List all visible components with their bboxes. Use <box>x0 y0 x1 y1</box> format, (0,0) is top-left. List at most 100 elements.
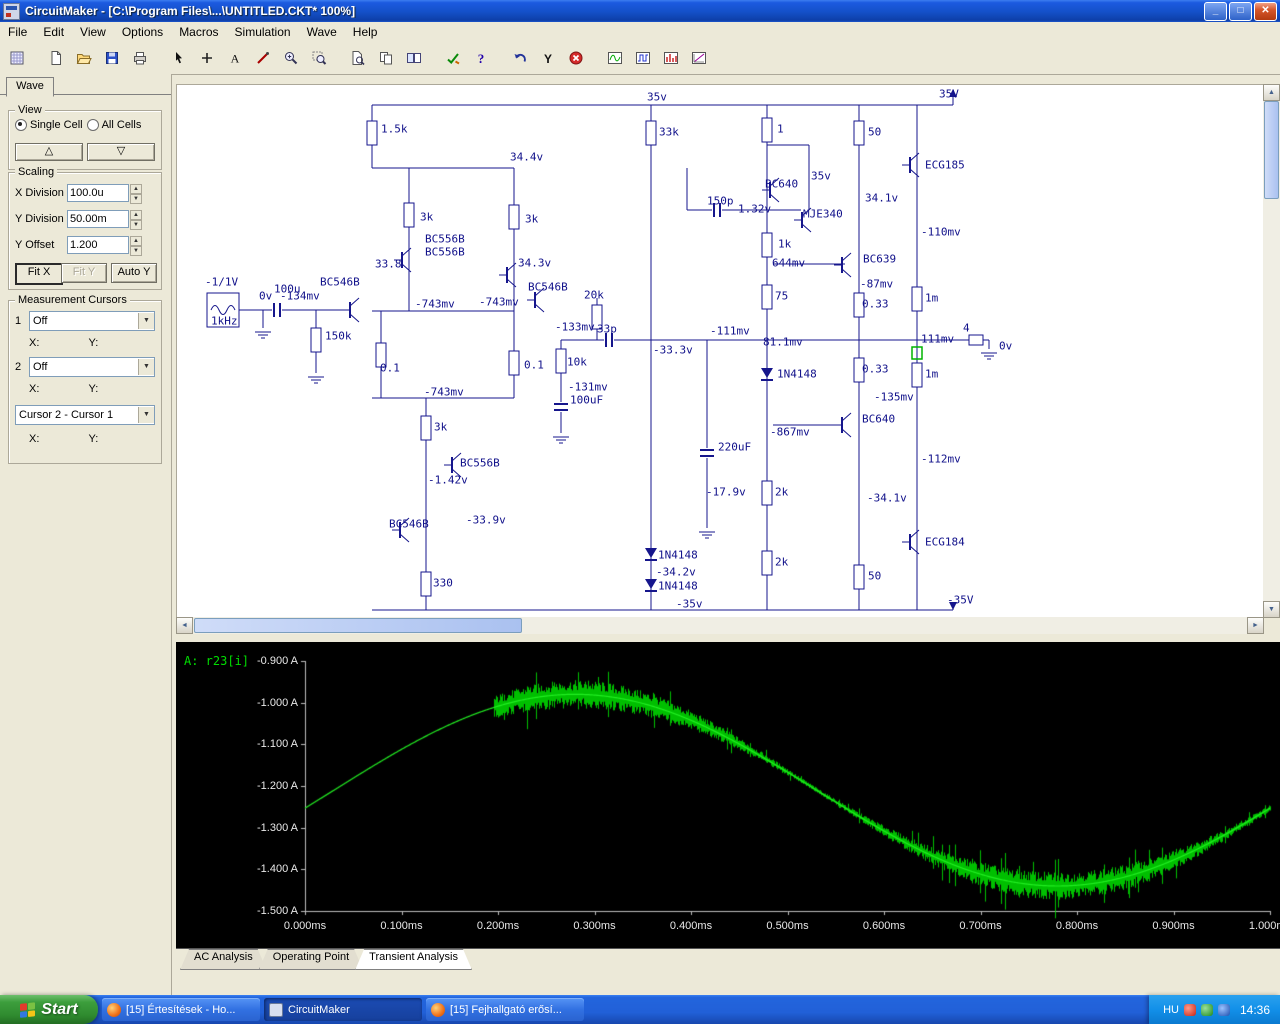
split-view-icon[interactable] <box>401 45 427 71</box>
taskbar: Start [15] Értesítések - Ho... CircuitMa… <box>0 995 1280 1024</box>
fit-y-button[interactable]: Fit Y <box>61 263 107 283</box>
scroll-down-icon[interactable]: ▼ <box>1263 601 1280 618</box>
add-device-icon[interactable] <box>194 45 220 71</box>
x-division-spinner[interactable]: ▲ ▼ <box>130 184 142 204</box>
spin-up-icon[interactable]: ▲ <box>130 236 142 246</box>
spin-down-icon[interactable]: ▼ <box>130 246 142 256</box>
radio-all-cells[interactable]: All Cells <box>86 119 141 131</box>
schematic-label: 0.33 <box>862 297 889 311</box>
help-icon[interactable]: ? <box>468 45 494 71</box>
chevron-down-icon[interactable]: ▼ <box>138 407 154 423</box>
schematic-label: 10k <box>567 355 587 369</box>
search-page-icon[interactable] <box>345 45 371 71</box>
menu-options[interactable]: Options <box>114 23 171 41</box>
start-button[interactable]: Start <box>0 995 98 1024</box>
cursor1-select[interactable]: Off ▼ <box>29 311 155 331</box>
schematic-label: 75 <box>775 289 789 303</box>
schematic-horizontal-scrollbar[interactable]: ◄ ► <box>176 617 1264 634</box>
probe-tool-icon[interactable]: Y <box>535 45 561 71</box>
schematic-label: -1/1V <box>205 275 239 289</box>
new-file-icon[interactable] <box>43 45 69 71</box>
spin-up-icon[interactable]: ▲ <box>130 210 142 220</box>
y-offset-input[interactable] <box>67 236 129 254</box>
spin-down-icon[interactable]: ▼ <box>130 194 142 204</box>
y-axis-tick-label: -1.300 A <box>257 821 298 834</box>
vertical-scroll-thumb[interactable] <box>1264 101 1279 199</box>
horizontal-scroll-thumb[interactable] <box>194 618 522 633</box>
chevron-down-icon[interactable]: ▼ <box>138 359 154 375</box>
scroll-left-icon[interactable]: ◄ <box>176 617 193 634</box>
chevron-down-icon[interactable]: ▼ <box>138 313 154 329</box>
scroll-up-icon[interactable]: ▲ <box>1263 84 1280 101</box>
radio-single-cell[interactable]: Single Cell <box>15 119 83 131</box>
x-axis-tick-label: 0.300ms <box>573 920 616 932</box>
shift-down-button[interactable]: ▽ <box>87 143 155 161</box>
tab-wave[interactable]: Wave <box>6 77 54 97</box>
tab-transient-analysis[interactable]: Transient Analysis <box>355 949 472 970</box>
schematic-label: MJE340 <box>803 207 843 221</box>
schematic-label: 35v <box>647 90 667 104</box>
scope-digital-icon[interactable] <box>630 45 656 71</box>
schematic-vertical-scrollbar[interactable]: ▲ ▼ <box>1263 84 1280 618</box>
taskbar-task-circuitmaker[interactable]: CircuitMaker <box>264 998 422 1021</box>
undo-icon[interactable] <box>507 45 533 71</box>
tab-ac-analysis[interactable]: AC Analysis <box>180 949 267 970</box>
open-file-icon[interactable] <box>71 45 97 71</box>
zoom-in-icon[interactable] <box>278 45 304 71</box>
auto-y-button[interactable]: Auto Y <box>111 263 157 283</box>
zoom-area-icon[interactable] <box>306 45 332 71</box>
save-icon[interactable] <box>99 45 125 71</box>
y-division-spinner[interactable]: ▲ ▼ <box>130 210 142 230</box>
x-division-input[interactable] <box>67 184 129 202</box>
schematic-label: 3k <box>420 210 434 224</box>
title-bar: CircuitMaker - [C:\Program Files\...\UNT… <box>0 0 1280 22</box>
cursor2-select[interactable]: Off ▼ <box>29 357 155 377</box>
taskbar-task-1[interactable]: [15] Értesítések - Ho... <box>102 998 260 1021</box>
schematic-canvas[interactable]: 35v 35V 1.5k 33k 1 50 ECG185 34.4v BC640 35v 150p 1… <box>176 84 1264 618</box>
tray-icon-alert[interactable] <box>1183 1003 1196 1016</box>
select-arrow-icon[interactable] <box>166 45 192 71</box>
schematic-label: 20k <box>584 288 604 302</box>
tray-icon-volume[interactable] <box>1217 1003 1230 1016</box>
scroll-right-icon[interactable]: ► <box>1247 617 1264 634</box>
shift-up-button[interactable]: △ <box>15 143 83 161</box>
menu-view[interactable]: View <box>72 23 114 41</box>
menu-file[interactable]: File <box>0 23 35 41</box>
parts-bin-icon[interactable] <box>4 45 30 71</box>
spin-up-icon[interactable]: ▲ <box>130 184 142 194</box>
schematic-label: BC639 <box>863 252 897 266</box>
windows-flag-icon <box>20 1001 36 1018</box>
taskbar-task-3[interactable]: [15] Fejhallgató erősí... <box>426 998 584 1021</box>
y-division-input[interactable] <box>67 210 129 228</box>
schematic-label: 1N4148 <box>658 579 698 593</box>
spin-down-icon[interactable]: ▼ <box>130 220 142 230</box>
schematic-label: 34.1v <box>865 191 899 205</box>
check-errors-icon[interactable] <box>440 45 466 71</box>
app-icon <box>3 2 20 20</box>
menu-simulation[interactable]: Simulation <box>227 23 299 41</box>
tab-operating-point[interactable]: Operating Point <box>259 949 363 970</box>
print-icon[interactable] <box>127 45 153 71</box>
schematic-label: 1N4148 <box>777 367 817 381</box>
menu-edit[interactable]: Edit <box>35 23 72 41</box>
fit-x-button[interactable]: Fit X <box>15 263 63 285</box>
menu-macros[interactable]: Macros <box>171 23 226 41</box>
circuitmaker-icon <box>269 1002 283 1017</box>
tray-icon-shield[interactable] <box>1200 1003 1213 1016</box>
scope-transient-icon[interactable] <box>602 45 628 71</box>
close-button[interactable]: ✕ <box>1254 1 1277 21</box>
clock[interactable]: 14:36 <box>1240 1003 1270 1017</box>
menu-wave[interactable]: Wave <box>299 23 345 41</box>
cursor-diff-select[interactable]: Cursor 2 - Cursor 1 ▼ <box>15 405 155 425</box>
minimize-button[interactable]: _ <box>1204 1 1227 21</box>
stop-simulation-icon[interactable] <box>563 45 589 71</box>
language-indicator[interactable]: HU <box>1163 1004 1179 1016</box>
scope-bars-icon[interactable] <box>658 45 684 71</box>
text-tool-icon[interactable]: A <box>222 45 248 71</box>
maximize-button[interactable]: □ <box>1229 1 1252 21</box>
scope-xy-icon[interactable] <box>686 45 712 71</box>
wire-tool-icon[interactable] <box>250 45 276 71</box>
menu-help[interactable]: Help <box>345 23 386 41</box>
y-offset-spinner[interactable]: ▲ ▼ <box>130 236 142 256</box>
copy-page-icon[interactable] <box>373 45 399 71</box>
